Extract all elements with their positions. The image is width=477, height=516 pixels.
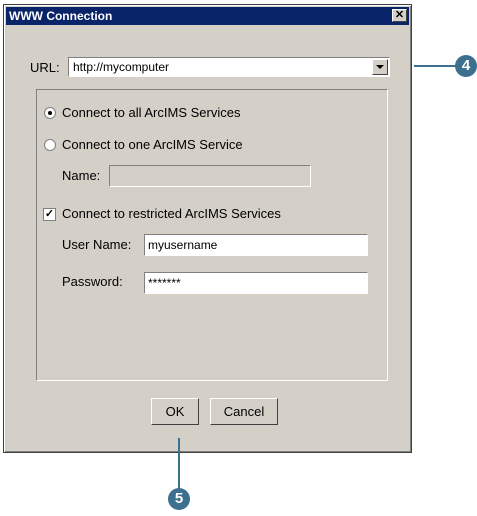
checkbox-restricted-label: Connect to restricted ArcIMS Services <box>62 206 281 221</box>
radio-connect-one[interactable] <box>44 139 56 151</box>
cancel-button[interactable]: Cancel <box>210 398 278 425</box>
ok-button[interactable]: OK <box>151 398 199 425</box>
radio-connect-one-label: Connect to one ArcIMS Service <box>62 137 243 152</box>
dialog-title: WWW Connection <box>9 9 113 23</box>
username-label: User Name: <box>62 237 132 252</box>
password-field[interactable]: ******* <box>144 272 368 294</box>
url-value[interactable]: http://mycomputer <box>73 60 169 74</box>
radio-connect-all-label: Connect to all ArcIMS Services <box>62 105 241 120</box>
callout-4-line <box>414 65 456 67</box>
url-combobox[interactable]: http://mycomputer <box>68 57 390 77</box>
username-field[interactable]: myusername <box>144 234 368 256</box>
url-label: URL: <box>30 60 60 75</box>
name-field[interactable] <box>109 165 311 187</box>
callout-5-line <box>178 438 180 490</box>
checkbox-restricted[interactable]: ✓ <box>43 208 56 221</box>
callout-5-badge: 5 <box>168 488 190 510</box>
name-label: Name: <box>62 168 101 183</box>
radio-connect-all[interactable] <box>44 107 56 119</box>
chevron-down-icon[interactable] <box>372 59 388 75</box>
dialog-titlebar: WWW Connection ✕ <box>6 7 409 25</box>
callout-4-badge: 4 <box>455 55 477 77</box>
close-icon[interactable]: ✕ <box>392 9 407 22</box>
password-label: Password: <box>62 274 123 289</box>
